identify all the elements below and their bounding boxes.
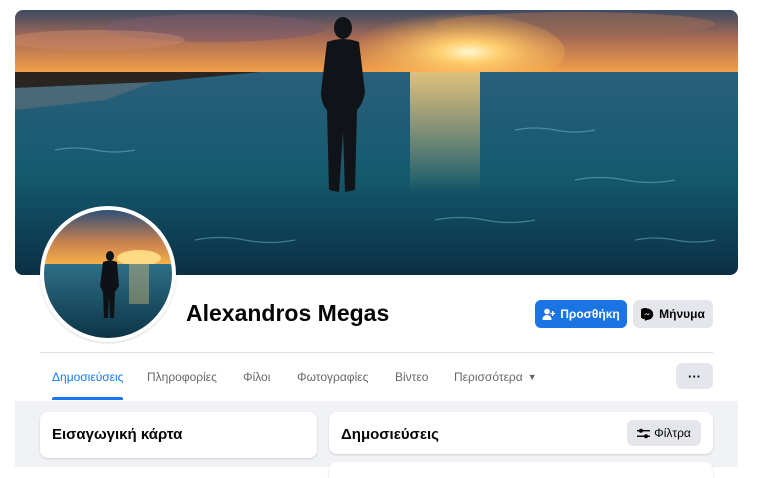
tab-label: Βίντεο [395,370,429,384]
add-friend-button[interactable]: Προσθήκη [535,300,627,328]
tab-photos[interactable]: Φωτογραφίες [297,354,368,400]
tab-more[interactable]: Περισσότερα ▼ [454,354,537,400]
intro-card: Εισαγωγική κάρτα [40,412,317,458]
profile-tabs: Δημοσιεύσεις Πληροφορίες Φίλοι Φωτογραφί… [40,354,713,400]
caret-down-icon: ▼ [527,372,537,382]
filter-sliders-icon [637,428,651,439]
intro-card-title: Εισαγωγική κάρτα [52,426,183,443]
tab-about[interactable]: Πληροφορίες [147,354,217,400]
tab-label: Δημοσιεύσεις [52,370,124,384]
tab-label: Πληροφορίες [147,370,217,384]
post-card [329,462,713,478]
posts-card-title: Δημοσιεύσεις [341,426,439,443]
tab-label: Περισσότερα [454,370,523,384]
profile-name: Alexandros Megas [186,300,390,326]
tab-videos[interactable]: Βίντεο [395,354,428,400]
message-button[interactable]: Μήνυμα [633,300,713,328]
add-friend-label: Προσθήκη [560,307,620,321]
posts-header-card: Δημοσιεύσεις Φίλτρα [329,412,713,454]
avatar[interactable] [40,206,176,342]
more-options-label: ··· [688,368,701,384]
tab-posts[interactable]: Δημοσιεύσεις [52,354,124,400]
tab-friends[interactable]: Φίλοι [243,354,270,400]
filters-button[interactable]: Φίλτρα [627,420,701,446]
message-label: Μήνυμα [659,307,705,321]
tab-label: Φίλοι [243,370,271,384]
more-options-button[interactable]: ··· [676,363,713,389]
tab-label: Φωτογραφίες [297,370,369,384]
filters-label: Φίλτρα [654,426,691,440]
header-divider [40,352,713,353]
add-friend-icon [542,308,556,321]
messenger-icon [641,307,654,321]
